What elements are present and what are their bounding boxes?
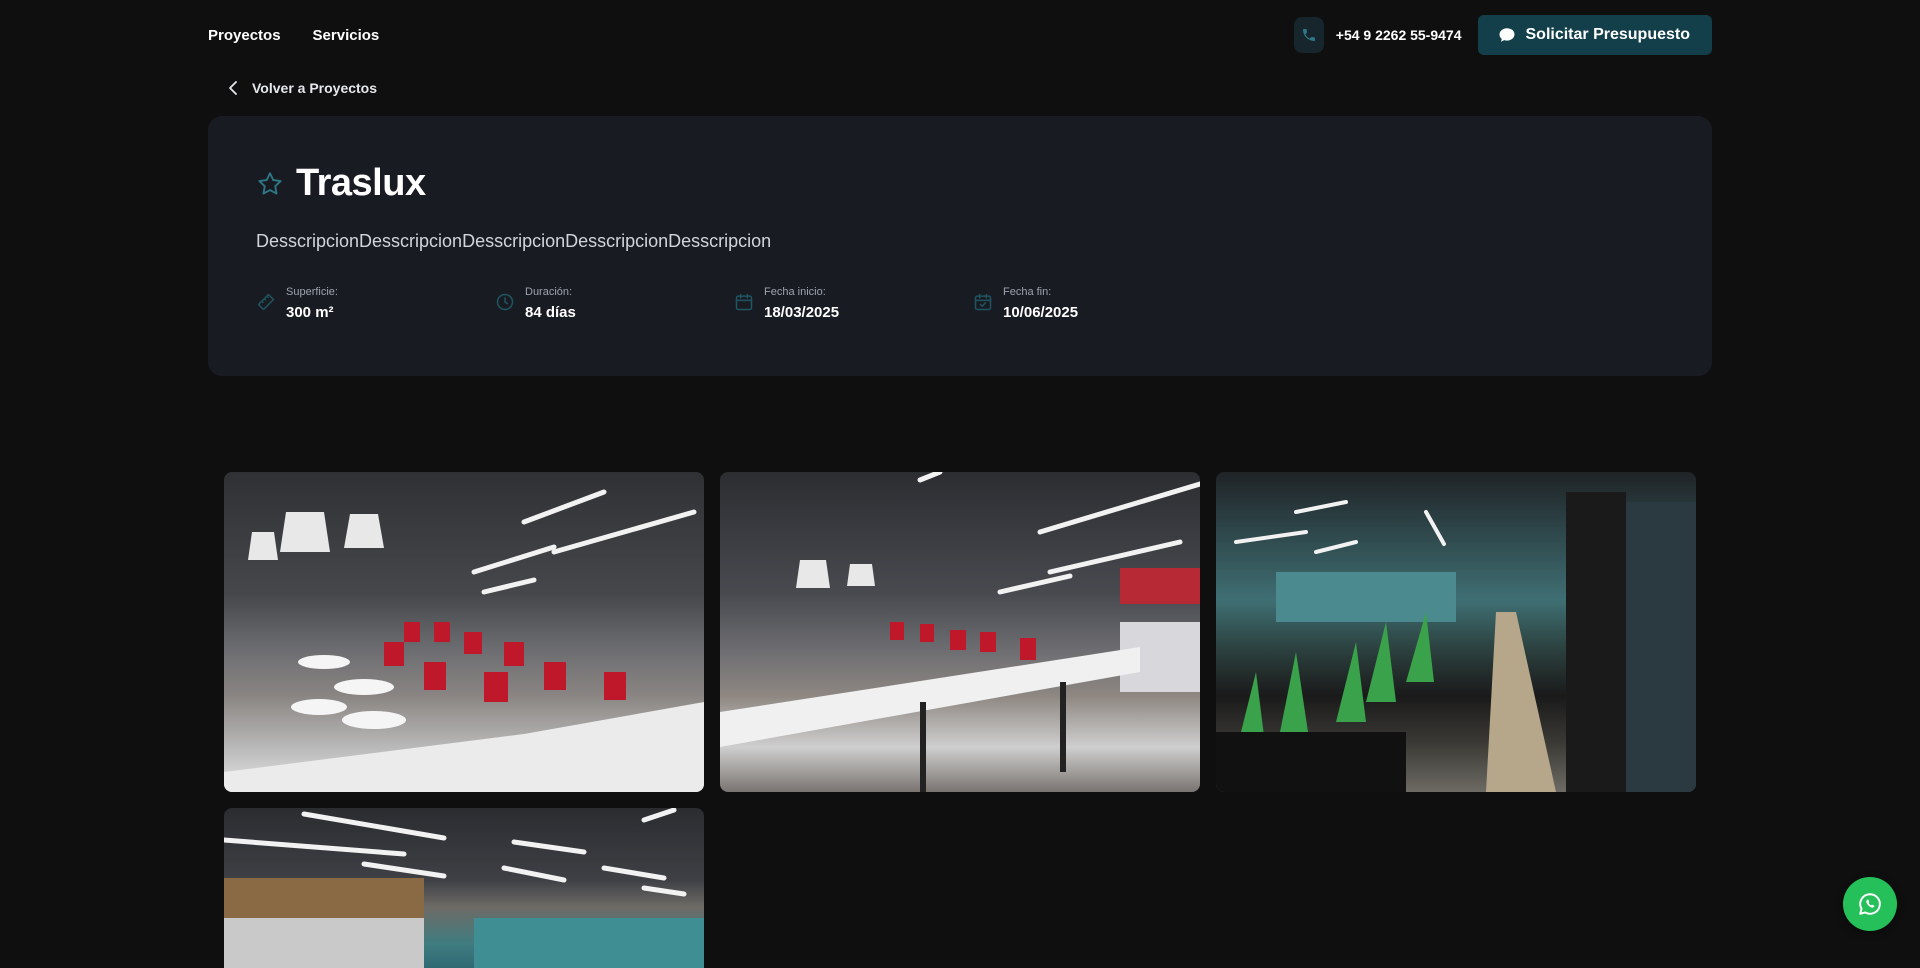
ruler-icon — [256, 292, 276, 312]
gallery-photo[interactable] — [1216, 472, 1696, 792]
stat-value: 18/03/2025 — [764, 304, 839, 321]
stat-fecha-fin: Fecha fin: 10/06/2025 — [973, 286, 1212, 321]
whatsapp-icon — [1857, 891, 1883, 917]
chat-bubble-icon — [1498, 26, 1516, 44]
project-info-card: Traslux DesscripcionDesscripcionDesscrip… — [208, 116, 1712, 376]
star-icon[interactable] — [256, 170, 284, 198]
nav-link-proyectos[interactable]: Proyectos — [208, 27, 281, 44]
stat-value: 300 m² — [286, 304, 338, 321]
project-stats: Superficie: 300 m² Duración: 84 días Fec… — [256, 286, 1212, 321]
stat-superficie: Superficie: 300 m² — [256, 286, 495, 321]
stat-label: Fecha fin: — [1003, 286, 1078, 298]
stat-duracion: Duración: 84 días — [495, 286, 734, 321]
stat-label: Superficie: — [286, 286, 338, 298]
gallery-photo[interactable] — [224, 808, 704, 968]
request-quote-label: Solicitar Presupuesto — [1526, 26, 1691, 44]
stat-value: 84 días — [525, 304, 576, 321]
top-navbar: Proyectos Servicios +54 9 2262 55-9474 S… — [208, 14, 1712, 56]
gallery-photo[interactable] — [720, 472, 1200, 792]
project-description: DesscripcionDesscripcionDesscripcionDess… — [256, 231, 771, 252]
stat-label: Fecha inicio: — [764, 286, 839, 298]
calendar-icon — [734, 292, 754, 312]
header-actions: +54 9 2262 55-9474 Solicitar Presupuesto — [1294, 15, 1712, 55]
project-title-row: Traslux — [256, 162, 426, 205]
phone-number[interactable]: +54 9 2262 55-9474 — [1336, 27, 1462, 43]
request-quote-button[interactable]: Solicitar Presupuesto — [1478, 15, 1713, 55]
stat-label: Duración: — [525, 286, 576, 298]
stat-fecha-inicio: Fecha inicio: 18/03/2025 — [734, 286, 973, 321]
stat-value: 10/06/2025 — [1003, 304, 1078, 321]
project-title: Traslux — [296, 162, 426, 205]
gallery-photo[interactable] — [224, 472, 704, 792]
nav-link-servicios[interactable]: Servicios — [313, 27, 380, 44]
clock-icon — [495, 292, 515, 312]
phone-icon[interactable] — [1294, 17, 1324, 53]
back-link[interactable]: Volver a Proyectos — [228, 80, 377, 96]
whatsapp-button[interactable] — [1843, 877, 1897, 931]
calendar-check-icon — [973, 292, 993, 312]
nav-links: Proyectos Servicios — [208, 27, 379, 44]
back-link-label: Volver a Proyectos — [252, 80, 377, 96]
chevron-left-icon — [228, 81, 240, 95]
